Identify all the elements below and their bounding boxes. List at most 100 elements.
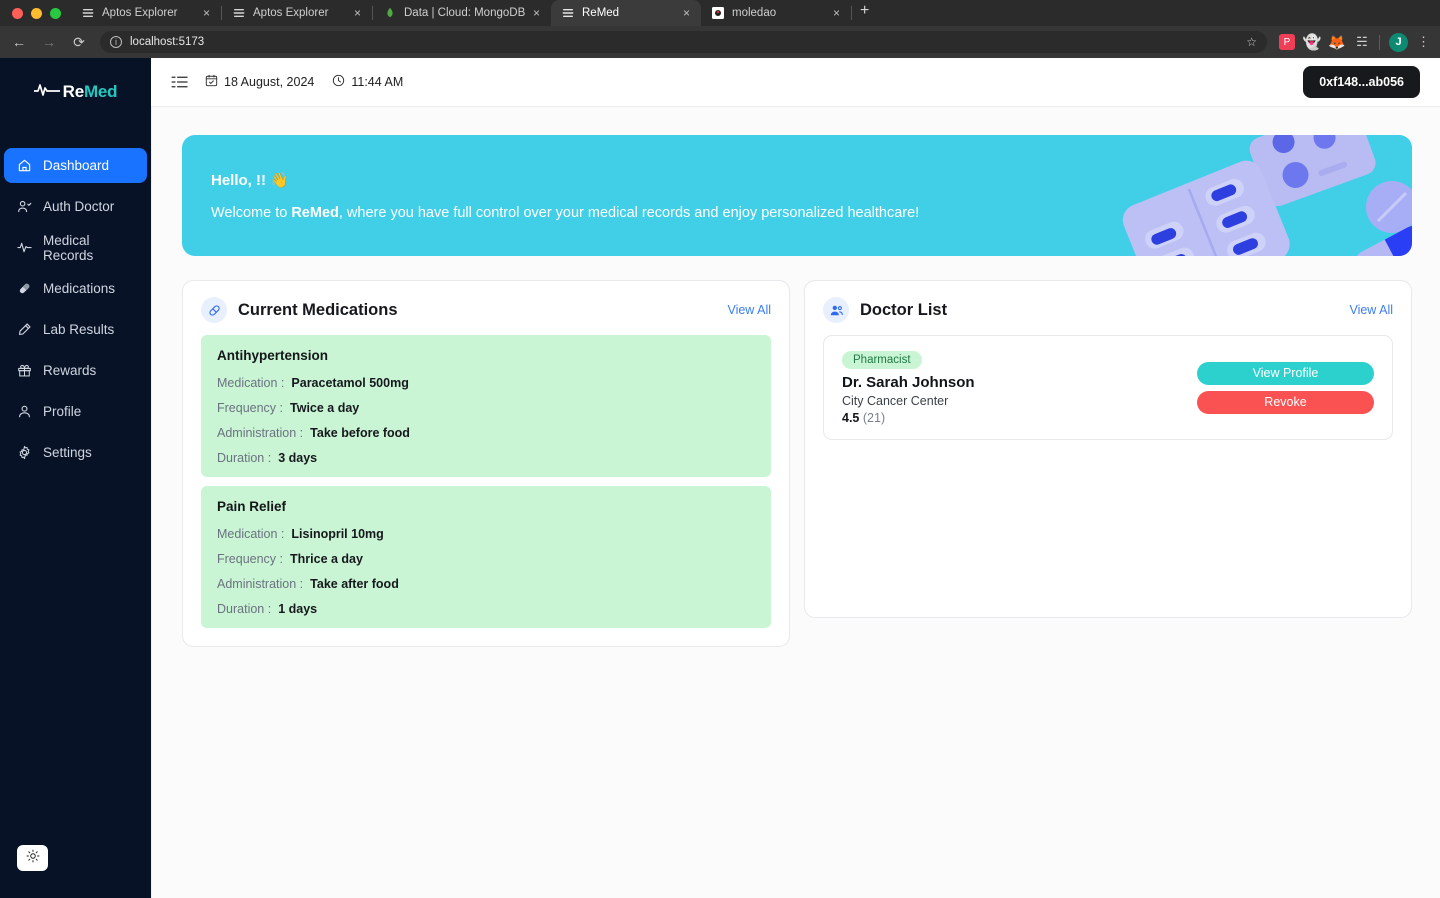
field-value: Lisinopril 10mg <box>291 527 384 541</box>
welcome-banner: Hello, !! 👋 Welcome to ReMed, where you … <box>182 135 1412 256</box>
sidebar-item-label: Settings <box>43 445 92 460</box>
browser-tab-3[interactable]: Data | Cloud: MongoDB Cloud × <box>373 0 551 26</box>
view-all-medications-link[interactable]: View All <box>727 303 771 317</box>
pill-icon <box>17 281 32 296</box>
field-value: Take after food <box>310 577 399 591</box>
sidebar-item-medical-records[interactable]: Medical Records <box>4 230 147 265</box>
doctor-organization: City Cancer Center <box>842 394 949 408</box>
sidebar-nav: Dashboard Auth Doctor Medical Records Me… <box>0 148 151 470</box>
new-tab-button[interactable]: + <box>852 3 879 23</box>
user-icon <box>17 404 32 419</box>
rating-value: 4.5 <box>842 411 860 425</box>
site-info-icon[interactable]: i <box>110 36 122 48</box>
close-icon[interactable]: × <box>683 7 693 19</box>
time-text: 11:44 AM <box>351 75 404 89</box>
plug-extension-icon[interactable]: ☵ <box>1354 34 1370 50</box>
sidebar-item-label: Profile <box>43 404 82 419</box>
doctor-list-card: Doctor List View All Pharmacist Dr. Sara… <box>804 280 1412 618</box>
time-display: 11:44 AM <box>332 74 403 90</box>
revoke-button[interactable]: Revoke <box>1197 390 1374 414</box>
close-icon[interactable]: × <box>833 7 843 19</box>
dashboard-content: Hello, !! 👋 Welcome to ReMed, where you … <box>151 106 1440 898</box>
sidebar-item-lab-results[interactable]: Lab Results <box>4 312 147 347</box>
maximize-window-button[interactable] <box>50 8 61 19</box>
minimize-window-button[interactable] <box>31 8 42 19</box>
window-traffic-lights[interactable] <box>8 8 71 26</box>
close-icon[interactable]: × <box>203 7 213 19</box>
browser-tab-5[interactable]: moledao × <box>701 0 851 26</box>
flask-icon <box>17 322 32 337</box>
aptos-icon <box>81 6 95 20</box>
sidebar-item-label: Rewards <box>43 363 97 378</box>
view-all-doctors-link[interactable]: View All <box>1349 303 1393 317</box>
sidebar-item-auth-doctor[interactable]: Auth Doctor <box>4 189 147 224</box>
wallet-address-chip[interactable]: 0xf148...ab056 <box>1303 66 1420 98</box>
medication-item: Pain Relief Medication : Lisinopril 10mg… <box>201 486 771 628</box>
reload-button[interactable]: ⟳ <box>70 34 88 51</box>
doctor-name: Dr. Sarah Johnson <box>842 374 975 391</box>
sidebar-item-label: Dashboard <box>43 158 110 173</box>
pocket-extension-icon[interactable]: P <box>1279 34 1295 50</box>
topbar-meta: 18 August, 2024 11:44 AM <box>205 74 403 90</box>
extension-toolbar: P 👻 🦊 ☵ J ⋮ <box>1279 32 1430 52</box>
browser-tab-2[interactable]: Aptos Explorer × <box>222 0 372 26</box>
field-label: Frequency : <box>217 552 284 566</box>
medication-field-duration: Duration : 3 days <box>217 451 755 465</box>
field-label: Administration : <box>217 426 304 440</box>
browser-tab-4-active[interactable]: ReMed × <box>551 0 701 26</box>
star-icon[interactable]: ☆ <box>1246 35 1257 49</box>
card-title: Current Medications <box>238 300 398 319</box>
url-input[interactable]: i localhost:5173 ☆ <box>100 31 1267 53</box>
kebab-menu-icon[interactable]: ⋮ <box>1417 34 1430 50</box>
view-profile-button[interactable]: View Profile <box>1197 361 1374 385</box>
browser-tab-1[interactable]: Aptos Explorer × <box>71 0 221 26</box>
tab-title: ReMed <box>582 7 620 19</box>
heartbeat-icon <box>32 82 61 103</box>
browser-addressbar: ← → ⟳ i localhost:5173 ☆ P 👻 🦊 ☵ J ⋮ <box>0 26 1440 58</box>
sidebar-item-settings[interactable]: Settings <box>4 435 147 470</box>
close-icon[interactable]: × <box>533 7 543 19</box>
doctor-rating: 4.5 (21) <box>842 411 975 425</box>
field-value: 1 days <box>278 602 318 616</box>
field-value: 3 days <box>278 451 318 465</box>
card-header: Doctor List View All <box>823 297 1393 323</box>
forward-button[interactable]: → <box>40 34 58 50</box>
aptos-icon <box>561 6 575 20</box>
gear-icon <box>17 445 32 460</box>
ghost-extension-icon[interactable]: 👻 <box>1303 34 1322 51</box>
pill-blister-pack-illustration <box>1092 135 1412 256</box>
sidebar-item-profile[interactable]: Profile <box>4 394 147 429</box>
sidebar-item-dashboard[interactable]: Dashboard <box>4 148 147 183</box>
fox-extension-icon[interactable]: 🦊 <box>1328 34 1345 50</box>
browser-tabstrip: Aptos Explorer × Aptos Explorer × Data |… <box>0 0 1440 26</box>
dashboard-card-grid: Current Medications View All Antihyperte… <box>182 280 1412 647</box>
sidebar-collapse-icon[interactable] <box>171 75 189 89</box>
activity-icon <box>17 240 32 255</box>
close-window-button[interactable] <box>12 8 23 19</box>
field-value: Thrice a day <box>290 552 363 566</box>
medication-name: Pain Relief <box>217 499 287 514</box>
gift-icon <box>17 363 32 378</box>
status-badge: Pharmacist <box>842 351 922 369</box>
browser-chrome: Aptos Explorer × Aptos Explorer × Data |… <box>0 0 1440 58</box>
date-display: 18 August, 2024 <box>205 74 314 90</box>
theme-toggle-button[interactable] <box>17 845 48 871</box>
field-label: Medication : <box>217 527 285 541</box>
medication-name: Antihypertension <box>217 348 329 363</box>
back-button[interactable]: ← <box>10 34 28 50</box>
field-value: Paracetamol 500mg <box>291 376 409 390</box>
sidebar-item-medications[interactable]: Medications <box>4 271 147 306</box>
toolbar-divider <box>1379 34 1380 50</box>
app-logo[interactable]: ReMed <box>0 58 151 126</box>
close-icon[interactable]: × <box>354 7 364 19</box>
moledao-icon <box>711 6 725 20</box>
user-check-icon <box>17 199 32 214</box>
current-medications-card: Current Medications View All Antihyperte… <box>182 280 790 647</box>
sidebar-item-rewards[interactable]: Rewards <box>4 353 147 388</box>
main-area: 18 August, 2024 11:44 AM 0xf148...ab056 <box>151 58 1440 898</box>
medication-field-administration: Administration : Take after food <box>217 577 755 591</box>
doctor-list-item: Pharmacist Dr. Sarah Johnson City Cancer… <box>823 335 1393 440</box>
mongodb-icon <box>383 6 397 20</box>
logo-text-accent: Med <box>83 82 118 101</box>
profile-avatar[interactable]: J <box>1389 32 1408 52</box>
